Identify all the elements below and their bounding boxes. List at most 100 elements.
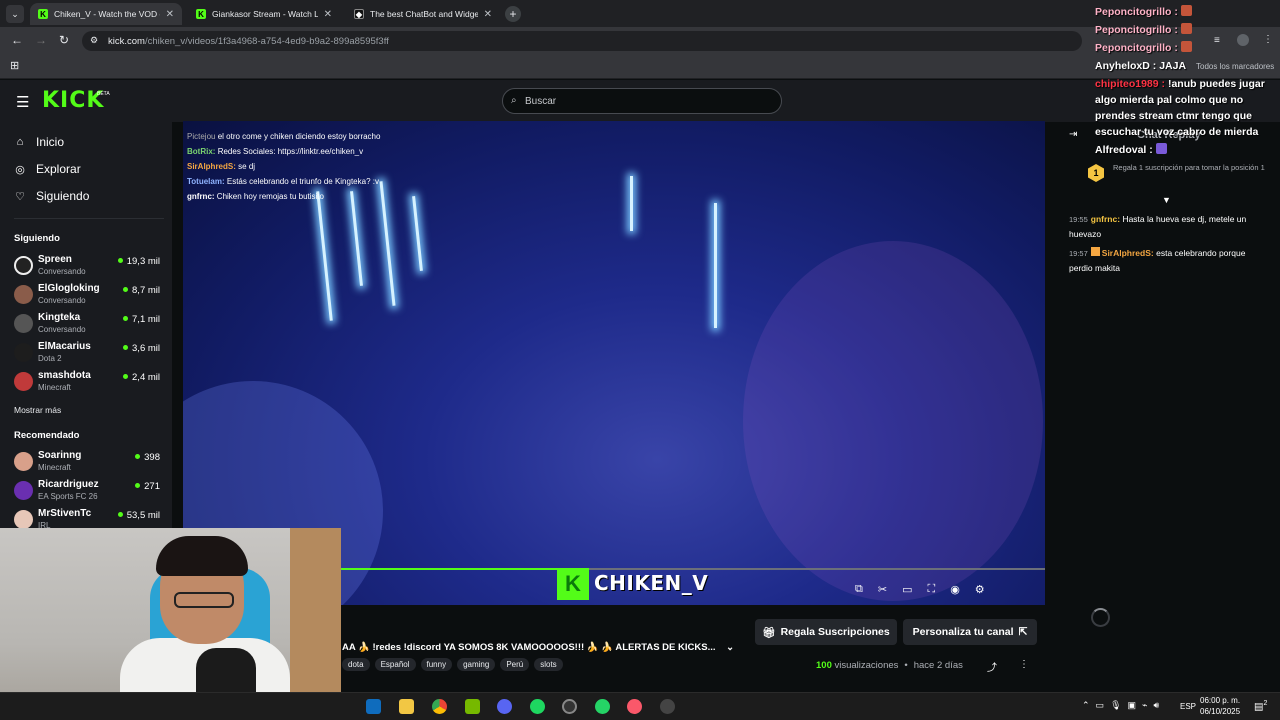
views-count: 100: [816, 660, 832, 671]
back-arrow-icon[interactable]: ←: [11, 33, 23, 47]
sidebar-item-siguiendo[interactable]: ♡ Siguiendo: [14, 189, 89, 203]
spotify-icon[interactable]: [530, 699, 545, 714]
more-vertical-icon[interactable]: ⋮: [1019, 659, 1029, 670]
notification-icon[interactable]: ▤2: [1254, 700, 1267, 712]
chat-username[interactable]: gnfrnc:: [1091, 214, 1120, 224]
tab-botrix[interactable]: ◆ The best ChatBot and Widgets ✕: [346, 3, 500, 25]
clock-date: 06/10/2025: [1200, 707, 1241, 716]
nvidia-icon[interactable]: [465, 699, 480, 714]
url-bar[interactable]: ⚙ kick.com/chiken_v/videos/1f3a4968-a754…: [82, 31, 1082, 51]
reload-icon[interactable]: ↻: [59, 33, 69, 47]
tab-search-button[interactable]: ⌄: [6, 5, 24, 23]
chat-username[interactable]: SirAlphredS:: [1102, 248, 1154, 258]
home-icon: ⌂: [16, 136, 24, 148]
outlook-icon[interactable]: [366, 699, 381, 714]
kick-logo[interactable]: KICK: [42, 88, 104, 113]
new-tab-button[interactable]: +: [505, 6, 521, 22]
close-icon[interactable]: ✕: [324, 9, 332, 20]
close-icon[interactable]: ✕: [166, 9, 174, 20]
microphone-icon[interactable]: 🎙︎: [1110, 700, 1121, 711]
chat-message: 19:55 gnfrnc: Hasta la hueva ese dj, mete…: [1069, 212, 1269, 241]
menu-icon[interactable]: ☰: [16, 93, 29, 111]
tag[interactable]: Perú: [500, 658, 530, 671]
fullscreen-icon[interactable]: ⛶: [927, 583, 935, 596]
network-icon[interactable]: ⌁: [1142, 700, 1147, 711]
channel-item-elmacarius[interactable]: ElMacarius Dota 2 3,6 mil: [14, 340, 164, 368]
volume-icon[interactable]: 🔊︎: [1153, 700, 1159, 711]
channel-category: Minecraft: [38, 383, 71, 392]
tag[interactable]: dota: [342, 658, 370, 671]
overlay-chat-text: Estás celebrando el triunfo de Kingteka?…: [226, 177, 379, 186]
channel-item-elglogloking[interactable]: ElGlogloking Conversando 8,7 mil: [14, 282, 164, 310]
share-icon[interactable]: ⤴: [987, 659, 997, 674]
channel-item-smashdota[interactable]: smashdota Minecraft 2,4 mil: [14, 369, 164, 397]
search-placeholder: Buscar: [525, 95, 557, 107]
settings-gear-icon[interactable]: ⚙: [975, 583, 985, 596]
channel-category: Dota 2: [38, 354, 62, 363]
theater-mode-icon[interactable]: ▭: [902, 583, 912, 596]
sidebar-item-inicio[interactable]: ⌂ Inicio: [14, 135, 64, 149]
tab-chiken-vod[interactable]: K Chiken_V - Watch the VOD on K ✕: [30, 3, 182, 25]
webcam-person-hair: [156, 536, 248, 576]
viewer-count: 398: [135, 452, 160, 463]
file-explorer-icon[interactable]: [399, 699, 414, 714]
overlay-username: Peponcitogrillo :: [1095, 42, 1178, 54]
gift-subs-button[interactable]: 🎁︎ Regala Suscripciones: [755, 619, 897, 645]
avatar: [14, 510, 33, 529]
discord-icon[interactable]: [497, 699, 512, 714]
emote-icon: [1155, 143, 1167, 154]
sidebar-item-explorar[interactable]: ◎ Explorar: [14, 162, 81, 176]
close-icon[interactable]: ✕: [484, 9, 492, 20]
sidebar-item-label: Inicio: [36, 135, 65, 149]
forward-arrow-icon[interactable]: →: [35, 33, 47, 47]
clip-icon[interactable]: ✂: [878, 583, 887, 596]
collapse-chat-icon[interactable]: ⇥: [1069, 129, 1077, 140]
tag[interactable]: slots: [534, 658, 563, 671]
channel-item-ricardriguez[interactable]: Ricardriguez EA Sports FC 26 271: [14, 478, 164, 506]
overlay-message: chipiteo1989 : !anub puedes jugar algo m…: [1095, 76, 1280, 140]
display-icon[interactable]: ▣: [1128, 700, 1137, 711]
kick-favicon-icon: K: [196, 9, 206, 19]
avatar: [14, 343, 33, 362]
itunes-icon[interactable]: [627, 699, 642, 714]
clock[interactable]: 06:00 p. m. 06/10/2025: [1200, 695, 1240, 717]
avatar: [14, 314, 33, 333]
overlay-text: JAJA: [1159, 60, 1187, 72]
apps-grid-icon[interactable]: ⊞: [10, 59, 19, 72]
whatsapp-icon[interactable]: [595, 699, 610, 714]
site-info-icon[interactable]: ⚙: [90, 35, 98, 46]
obs-icon[interactable]: [562, 699, 577, 714]
overlay-message: AnyheloxD : JAJA: [1095, 58, 1280, 74]
light-beam: [379, 181, 396, 306]
tag[interactable]: funny: [420, 658, 453, 671]
channel-item-kingteka[interactable]: Kingteka Conversando 7,1 mil: [14, 311, 164, 339]
customize-channel-button[interactable]: Personaliza tu canal ⇱: [903, 619, 1037, 645]
bookmarks-bar: [0, 54, 1280, 79]
chat-timestamp: 19:55: [1069, 215, 1088, 224]
battery-icon[interactable]: ▭: [1096, 700, 1105, 711]
show-more-link[interactable]: Mostrar más: [14, 405, 61, 415]
tag[interactable]: Español: [374, 658, 416, 671]
app-icon[interactable]: [660, 699, 675, 714]
chevron-up-icon[interactable]: ⌃: [1082, 700, 1090, 711]
channel-category: Conversando: [38, 267, 86, 276]
tag[interactable]: gaming: [457, 658, 496, 671]
channel-item-spreen[interactable]: Spreen Conversando 19,3 mil: [14, 253, 164, 281]
chrome-icon[interactable]: [432, 699, 447, 714]
language-indicator[interactable]: ESP: [1180, 702, 1196, 711]
chevron-down-icon[interactable]: ⌄: [726, 642, 734, 653]
tab-giankasor[interactable]: K Giankasor Stream - Watch Live ✕: [188, 3, 340, 25]
channel-item-soarinng[interactable]: Soarinng Minecraft 398: [14, 449, 164, 477]
search-input[interactable]: ⌕ Buscar: [502, 88, 782, 114]
overlay-username: Peponcitogrillo :: [1095, 24, 1178, 36]
channel-category: Conversando: [38, 325, 86, 334]
channel-name: Kingteka: [38, 312, 81, 323]
channel-name: Soarinng: [38, 450, 82, 461]
gift-leaderboard-banner[interactable]: Regala 1 suscripción para tomar la posic…: [1086, 162, 1272, 184]
overlay-username: chipiteo1989 :: [1095, 78, 1166, 90]
viewer-count: 3,6 mil: [123, 343, 160, 354]
overlay-chat-user: Pictejou: [187, 132, 216, 141]
miniplayer-icon[interactable]: ⧉: [855, 583, 863, 596]
chat-pinned-toggle-icon[interactable]: ▼: [1162, 195, 1171, 205]
speed-icon[interactable]: ◉: [950, 583, 960, 596]
